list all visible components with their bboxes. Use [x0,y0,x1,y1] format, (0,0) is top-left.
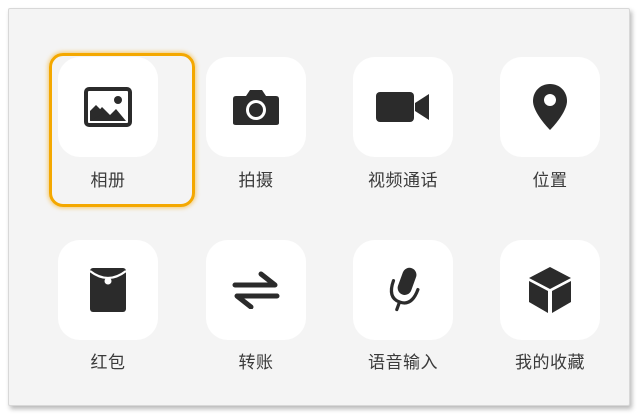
camera-tile[interactable] [206,57,306,157]
photo-album-icon [84,87,132,127]
red-packet-tile[interactable] [58,240,158,340]
video-call-tile[interactable] [353,57,453,157]
grid-item-label: 拍摄 [238,171,274,191]
grid-item-label: 红包 [90,353,126,373]
transfer-arrows-icon [232,271,280,309]
favorites-cube-icon [529,267,571,313]
grid-item-label: 相册 [90,171,126,191]
attachment-panel: 相册 拍摄 视频通话 位置 红包 转账 语音输入 我的收藏 [8,8,630,406]
microphone-icon [389,267,420,312]
grid-item-label: 语音输入 [368,353,438,373]
red-packet-icon [89,268,127,312]
favorites-tile[interactable] [500,240,600,340]
video-call-icon [376,92,429,122]
location-tile[interactable] [500,57,600,157]
grid-item-label: 位置 [532,171,568,191]
voice-input-tile[interactable] [353,240,453,340]
grid-item-label: 我的收藏 [515,353,585,373]
location-pin-icon [533,84,567,130]
transfer-tile[interactable] [206,240,306,340]
album-tile[interactable] [58,57,158,157]
camera-icon [233,90,279,125]
grid-item-label: 视频通话 [368,171,438,191]
grid-item-label: 转账 [238,353,274,373]
